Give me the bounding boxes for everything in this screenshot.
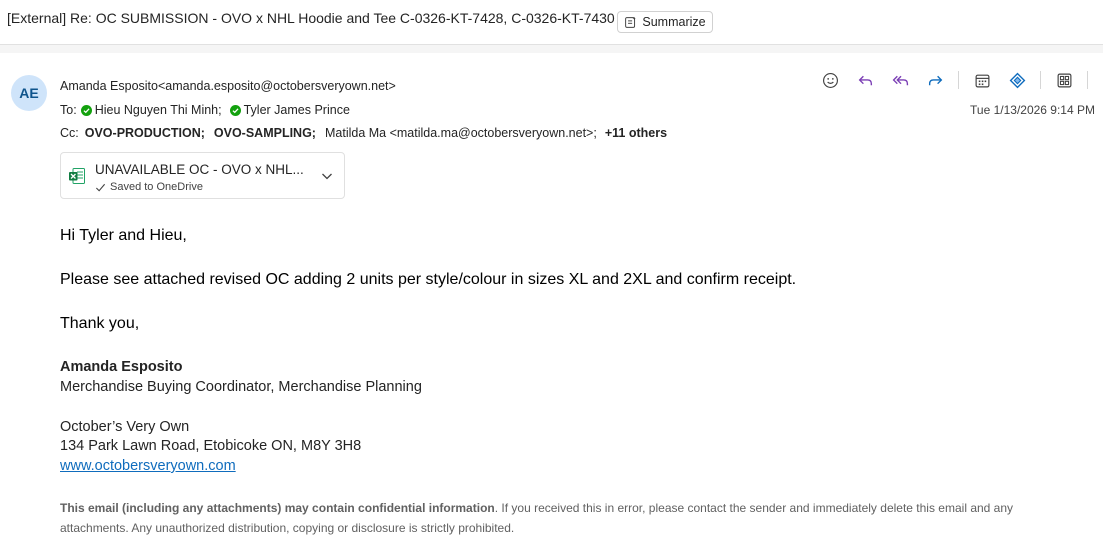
sender-line[interactable]: Amanda Esposito<amanda.esposito@octobers… [60,79,396,93]
loop-icon[interactable] [1005,68,1029,92]
attachment-name[interactable]: UNAVAILABLE OC - OVO x NHL... [95,162,304,177]
excel-icon [69,168,85,184]
subject-bar: [External] Re: OC SUBMISSION - OVO x NHL… [0,0,1103,45]
summarize-icon [625,16,637,28]
cc-ovo-production[interactable]: OVO-PRODUCTION; [85,126,205,140]
recipient-hieu[interactable]: Hieu Nguyen Thi Minh; [95,103,222,117]
greeting: Hi Tyler and Hieu, [60,227,187,244]
apps-icon[interactable] [1052,68,1076,92]
signature-title: Merchandise Buying Coordinator, Merchand… [60,379,422,395]
more-icon[interactable] [1099,68,1103,92]
recipient-tyler[interactable]: Tyler James Prince [244,103,350,117]
attachment-card[interactable]: UNAVAILABLE OC - OVO x NHL... Saved to O… [60,152,345,199]
cc-ovo-sampling[interactable]: OVO-SAMPLING; [214,126,316,140]
sent-date: Tue 1/13/2026 9:14 PM [970,103,1095,117]
message-toolbar [818,68,1103,92]
signature-company: October’s Very Own [60,419,190,435]
emoji-icon[interactable] [818,68,842,92]
reply-icon[interactable] [853,68,877,92]
avatar[interactable]: AE [11,75,47,111]
summarize-label: Summarize [642,15,706,29]
cc-line: Cc: OVO-PRODUCTION; OVO-SAMPLING; Matild… [60,126,667,140]
checkmark-icon [95,183,106,192]
email-subject: [External] Re: OC SUBMISSION - OVO x NHL… [7,10,615,26]
calendar-icon[interactable] [970,68,994,92]
cc-matilda[interactable]: Matilda Ma <matilda.ma@octobersveryown.n… [325,126,597,140]
sender-email[interactable]: <amanda.esposito@octobersveryown.net> [158,79,396,93]
to-label: To: [60,103,77,117]
forward-icon[interactable] [923,68,947,92]
cc-label: Cc: [60,126,79,140]
to-line: To: Hieu Nguyen Thi Minh; Tyler James Pr… [60,103,350,117]
toolbar-separator [958,71,959,89]
signature-address: 134 Park Lawn Road, Etobicoke ON, M8Y 3H… [60,438,362,454]
toolbar-separator [1087,71,1088,89]
toolbar-separator [1040,71,1041,89]
closing: Thank you, [60,315,140,332]
summarize-button[interactable]: Summarize [617,11,713,33]
signature-name: Amanda Esposito [60,359,183,375]
attachment-status-label: Saved to OneDrive [110,181,203,193]
chevron-down-icon[interactable] [320,169,334,183]
divider [0,45,1103,53]
website-link[interactable]: www.octobersveryown.com [60,458,236,474]
reply-all-icon[interactable] [888,68,912,92]
sender-name[interactable]: Amanda Esposito [60,79,158,93]
cc-others-link[interactable]: +11 others [605,126,667,140]
check-circle-icon [80,104,92,116]
disclaimer-bold: This email (including any attachments) m… [60,501,495,515]
check-circle-icon [229,104,241,116]
attachment-status: Saved to OneDrive [95,181,203,193]
message-text: Please see attached revised OC adding 2 … [60,271,797,288]
disclaimer: This email (including any attachments) m… [60,498,1080,538]
